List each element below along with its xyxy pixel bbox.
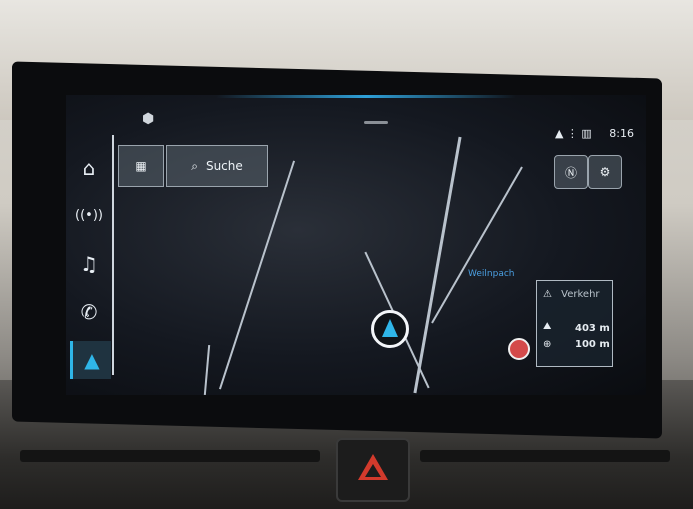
- search-label: Suche: [205, 159, 243, 173]
- map-road: [431, 166, 523, 324]
- compass-button[interactable]: Ⓝ: [554, 155, 588, 189]
- sidebar: ⌂ ((•)) ♫ ✆ ▲: [66, 135, 114, 379]
- map-road: [218, 160, 296, 390]
- music-icon[interactable]: ♫: [70, 245, 108, 283]
- navigation-icon[interactable]: ▲: [70, 341, 111, 379]
- grid-button[interactable]: ▦: [118, 145, 164, 187]
- vent: [420, 450, 670, 462]
- radio-icon[interactable]: ((•)): [70, 197, 108, 235]
- signal-icon: ▲ ⋮ ▥: [554, 127, 592, 140]
- map-road: [413, 136, 462, 394]
- search-button[interactable]: ⌕ Suche: [166, 145, 268, 187]
- phone-icon[interactable]: ✆: [70, 293, 108, 331]
- settings-button[interactable]: ⚙: [588, 155, 622, 189]
- current-position-marker: [371, 310, 409, 348]
- settings-icon: ⚙: [599, 165, 611, 179]
- poi-marker[interactable]: [508, 338, 530, 360]
- map-road: [203, 345, 211, 395]
- distance-1: 403 m: [575, 323, 610, 334]
- traffic-panel[interactable]: ⚠ Verkehr 403 m 100 m ⛰ ⊕: [536, 280, 613, 367]
- cube-icon[interactable]: ⬢: [142, 111, 154, 127]
- traffic-title: Verkehr: [561, 289, 600, 300]
- home-icon[interactable]: ⌂: [70, 149, 108, 187]
- hazard-button[interactable]: [336, 438, 410, 502]
- pull-down-handle[interactable]: [364, 121, 388, 124]
- grid-icon: ▦: [135, 159, 147, 173]
- status-bar: ▲ ⋮ ▥ 8:16: [555, 127, 634, 140]
- distance-2: 100 m: [575, 339, 610, 350]
- map-city-label: Weilnpach: [468, 269, 515, 279]
- vent: [20, 450, 320, 462]
- infotainment-screen: ⬢ Weilnpach ⌂ ((•)) ♫ ✆ ▲ ▦ ⌕ Suche ▲ ⋮ …: [66, 95, 646, 395]
- search-icon: ⌕: [191, 158, 198, 173]
- mountain-icon: ⛰: [543, 321, 552, 332]
- clock: 8:16: [609, 127, 634, 140]
- zoom-icon[interactable]: ⊕: [543, 339, 551, 350]
- warning-icon: ⚠: [543, 289, 552, 300]
- compass-icon: Ⓝ: [564, 165, 577, 180]
